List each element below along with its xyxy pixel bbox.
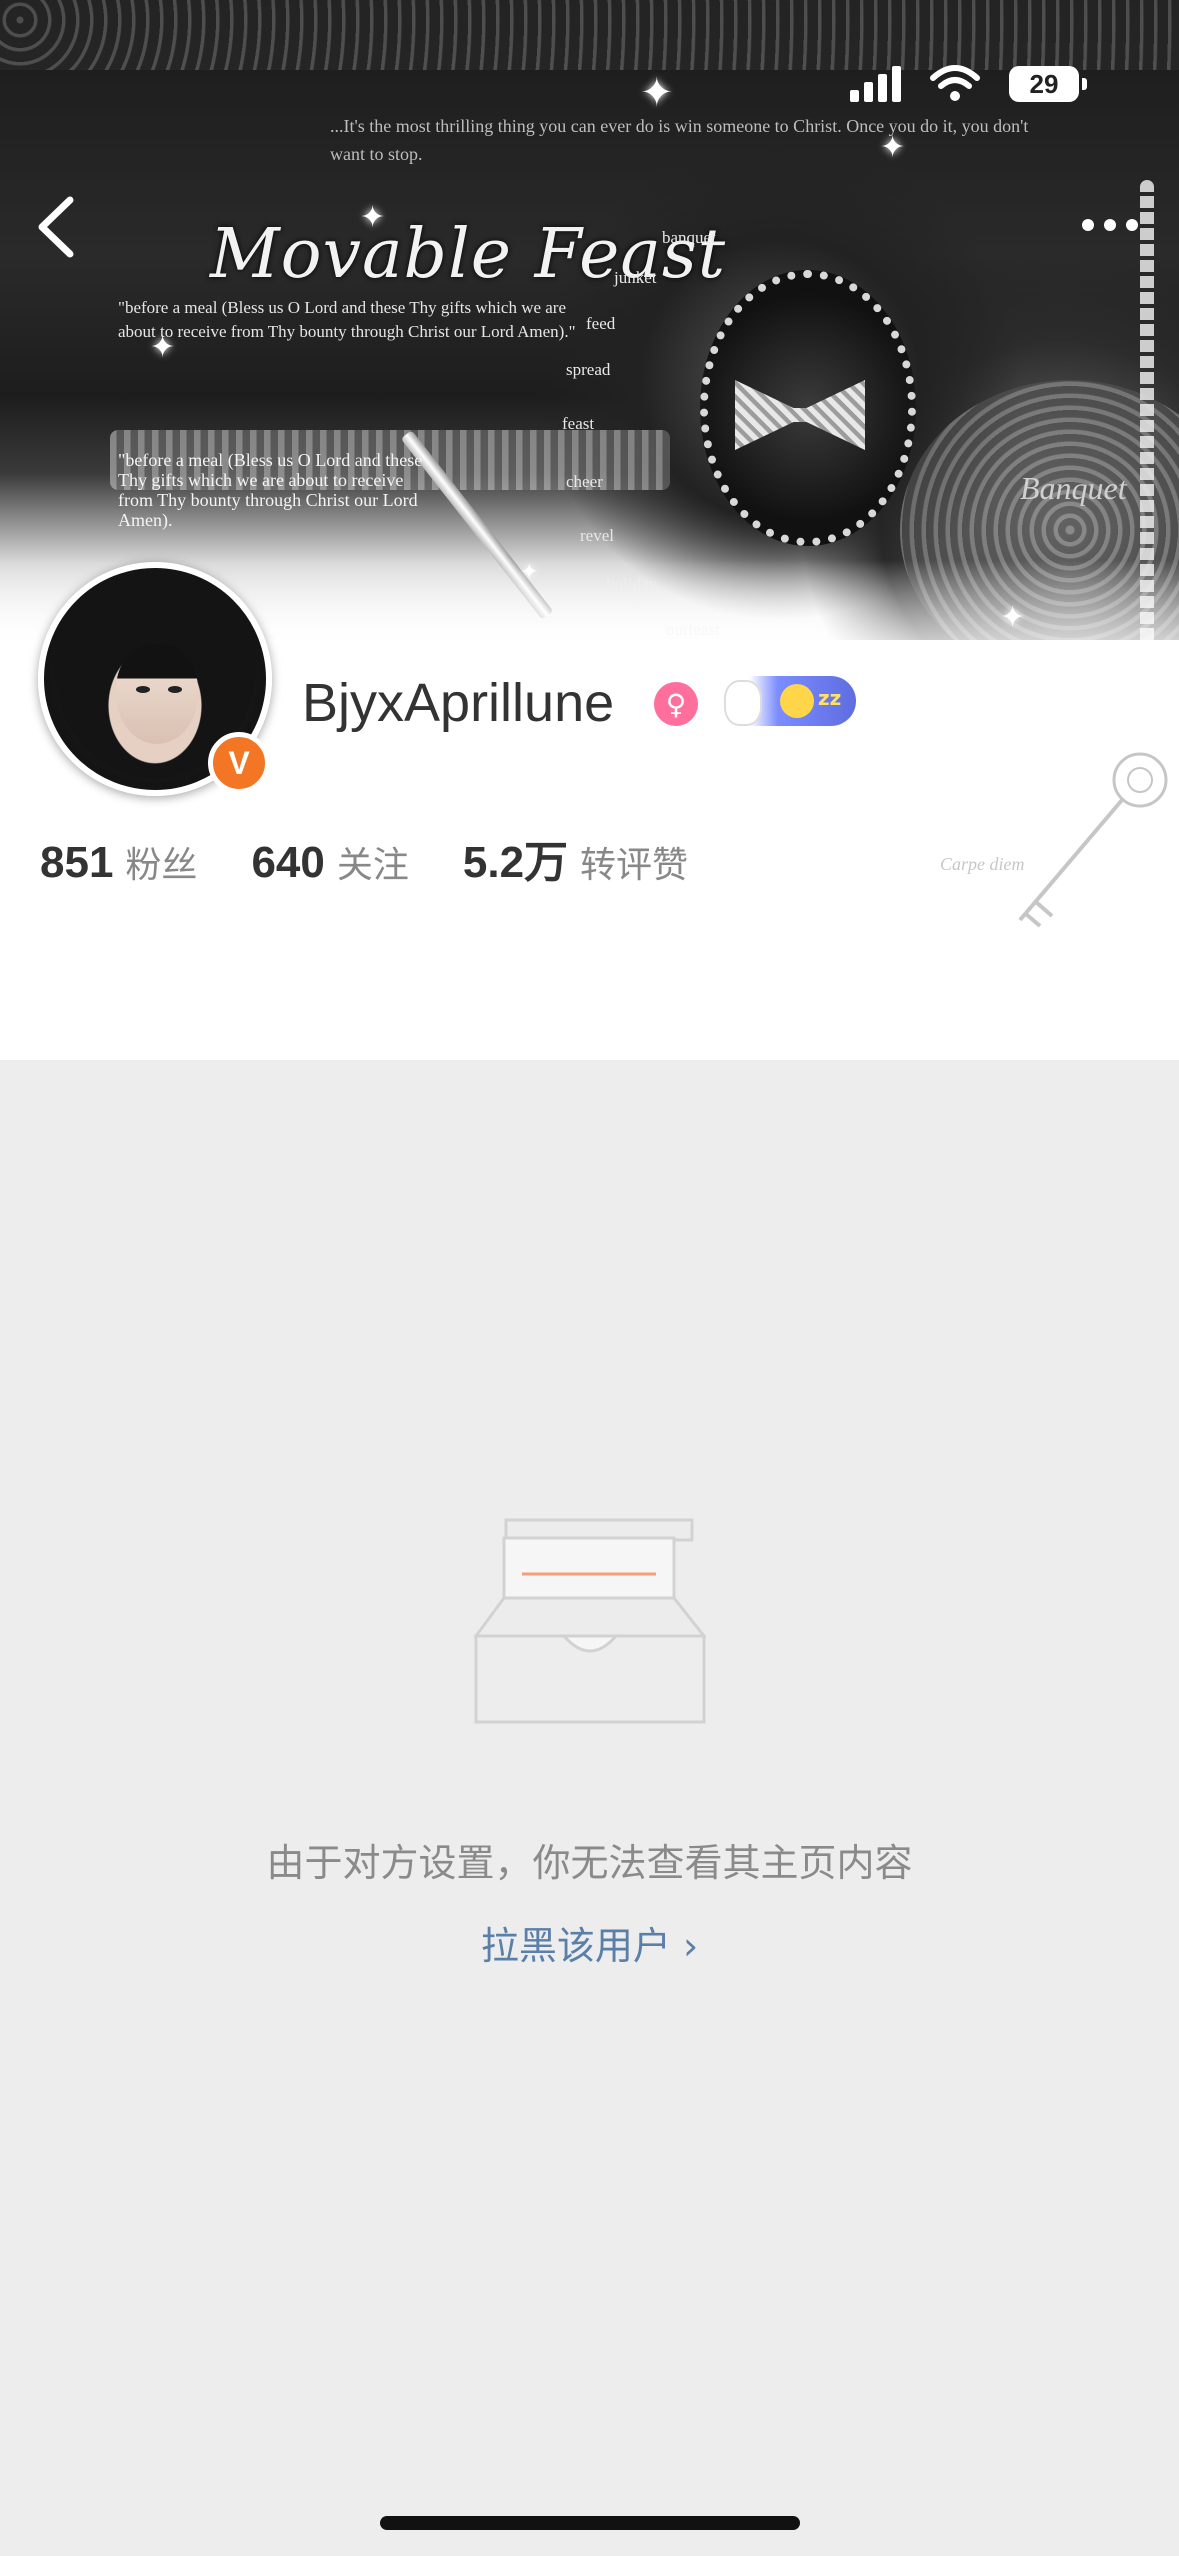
stat-label: 关注: [336, 845, 409, 886]
profile-stats: 851 粉丝 640 关注 5.2万 转评赞: [40, 826, 742, 890]
banner-word: feast: [562, 414, 595, 433]
avatar-eye: [136, 686, 150, 693]
banner-quote-secondary: "before a meal (Bless us O Lord and thes…: [118, 450, 423, 530]
likes-stat[interactable]: 5.2万 转评赞: [463, 826, 688, 890]
verified-badge: V: [208, 732, 270, 794]
profile-username: BjyxAprillune: [302, 673, 615, 733]
sparkle-icon: ✦: [880, 130, 906, 165]
stat-label: 转评赞: [580, 845, 689, 886]
banner-word: cheer: [566, 472, 603, 491]
stat-value: 851: [40, 838, 114, 887]
signal-icon: [850, 66, 901, 102]
banner-word: revel: [580, 526, 614, 545]
lace-decoration: [0, 0, 1179, 70]
stat-value: 640: [251, 838, 325, 887]
banner-word: spread: [566, 360, 611, 379]
sparkle-icon: ✦: [360, 200, 386, 235]
sleep-icon: zz: [818, 686, 842, 710]
banner-top-quote: ...It's the most thrilling thing you can…: [330, 116, 1029, 164]
more-dots-icon[interactable]: [1060, 200, 1160, 250]
avatar-eye: [168, 686, 182, 693]
stat-label: 粉丝: [125, 845, 198, 886]
female-gender-icon: ♀: [654, 682, 698, 726]
home-indicator[interactable]: [380, 2516, 800, 2530]
bunny-icon: [724, 680, 762, 726]
banner-word: banquet: [662, 228, 716, 247]
avatar-face: [116, 644, 198, 744]
banner-word: feed: [586, 314, 616, 333]
key-decoration: Carpe diem: [940, 752, 1168, 928]
sparkle-icon: ✦: [150, 330, 176, 365]
chevron-left-icon[interactable]: [28, 192, 88, 262]
battery-icon: 29: [1009, 66, 1087, 102]
wifi-icon: [930, 65, 980, 101]
empty-inbox-icon: [474, 1518, 706, 1724]
stat-value: 5.2万: [462, 838, 569, 887]
sparkle-icon: ✦: [640, 70, 674, 116]
banner-word: junket: [614, 268, 657, 287]
following-stat[interactable]: 640 关注: [251, 836, 408, 888]
key-caption: Carpe diem: [940, 854, 1025, 874]
banner-quote: "before a meal (Bless us O Lord and thes…: [118, 298, 576, 341]
status-bar: 29: [850, 64, 1087, 104]
member-medal-icon[interactable]: zz: [714, 676, 856, 726]
moon-icon: [780, 684, 814, 718]
restricted-content-message: 由于对方设置，你无法查看其主页内容: [266, 1841, 913, 1885]
block-user-link[interactable]: 拉黑该用户 ›: [0, 1915, 1179, 1970]
followers-stat[interactable]: 851 粉丝: [40, 836, 197, 888]
banner-corner-text: Banquet: [1020, 470, 1127, 506]
